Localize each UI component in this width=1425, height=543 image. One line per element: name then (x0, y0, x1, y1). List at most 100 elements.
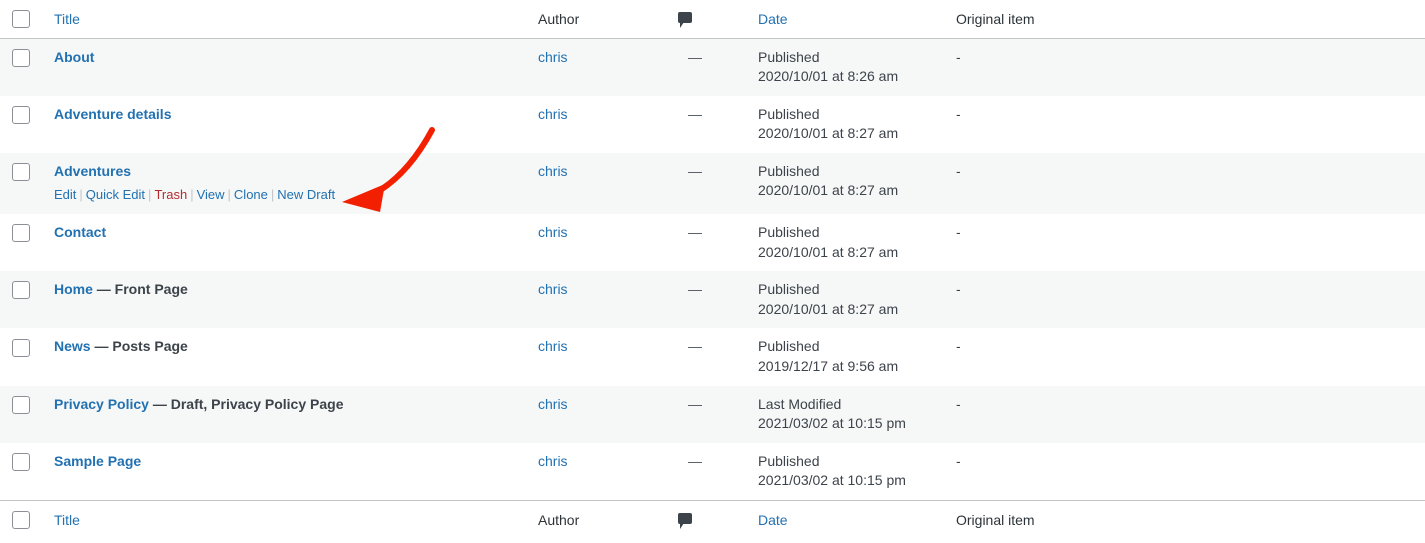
row-date-cell: Published 2020/10/01 at 8:27 am (748, 214, 946, 271)
page-title-link[interactable]: Home (54, 281, 93, 297)
row-date-cell: Published 2020/10/01 at 8:27 am (748, 153, 946, 214)
select-all-checkbox-footer[interactable] (12, 511, 30, 530)
page-title-link[interactable]: News (54, 338, 91, 354)
sort-by-title-link[interactable]: Title (54, 11, 80, 27)
row-author-cell: chris (528, 386, 668, 443)
row-title-cell: Adventure details (44, 96, 528, 153)
table-header: Title Author Date Original item (0, 0, 1425, 38)
row-title-cell: Sample Page (44, 443, 528, 501)
row-comments-cell: — (688, 395, 702, 412)
table-row[interactable]: Sample Page chris — Published 2021/03/02 at … (0, 442, 1425, 501)
author-link[interactable]: chris (538, 49, 568, 65)
date-status: Published (758, 223, 820, 240)
row-checkbox[interactable] (12, 395, 30, 414)
column-footer-original-item: Original item (946, 500, 1425, 539)
sort-by-title-link-footer[interactable]: Title (54, 512, 80, 528)
row-date-cell: Published 2020/10/01 at 8:27 am (748, 271, 946, 328)
row-comments-cell: — (688, 281, 702, 298)
column-header-date: Date (748, 0, 946, 38)
row-action-separator: | (79, 187, 83, 203)
row-checkbox[interactable] (12, 48, 30, 67)
author-link[interactable]: chris (538, 281, 568, 297)
row-date-cell: Published 2020/10/01 at 8:26 am (748, 38, 946, 96)
author-link[interactable]: chris (538, 106, 568, 122)
row-select-cell (0, 328, 44, 385)
row-select-cell (0, 214, 44, 271)
date-value: 2020/10/01 at 8:26 am (758, 68, 899, 85)
row-author-cell: chris (528, 38, 668, 96)
row-action-new-draft[interactable]: New Draft (277, 187, 335, 202)
page-title-link[interactable]: Privacy Policy (54, 396, 149, 412)
row-action-quick-edit[interactable]: Quick Edit (86, 187, 145, 202)
select-all-footer (0, 500, 44, 539)
page-title-link[interactable]: Contact (54, 224, 106, 240)
date-value: 2021/03/02 at 10:15 pm (758, 415, 906, 432)
row-action-trash[interactable]: Trash (154, 187, 187, 202)
select-all-checkbox[interactable] (12, 10, 30, 29)
row-title-cell: About (44, 38, 528, 96)
table-row[interactable]: About chris — Published 2020/10/01 at 8:26 a… (0, 38, 1425, 96)
column-header-author-label: Author (538, 10, 580, 27)
row-checkbox[interactable] (12, 105, 30, 124)
row-action-separator: | (270, 187, 275, 203)
sort-by-date-link-footer[interactable]: Date (758, 512, 788, 528)
table-row[interactable]: Adventure details chris — Published 2020/10/… (0, 95, 1425, 153)
column-footer-date: Date (748, 500, 946, 539)
page-title-link[interactable]: Sample Page (54, 453, 141, 469)
date-status: Last Modified (758, 395, 842, 412)
row-action-clone[interactable]: Clone (234, 187, 268, 202)
row-author-cell: chris (528, 96, 668, 153)
page-title-link[interactable]: Adventure details (54, 106, 171, 122)
row-action-edit[interactable]: Edit (54, 187, 76, 202)
table-row[interactable]: Privacy Policy — Draft, Privacy Policy P… (0, 385, 1425, 443)
row-author-cell: chris (528, 443, 668, 501)
sort-by-date-link[interactable]: Date (758, 11, 788, 27)
author-link[interactable]: chris (538, 224, 568, 240)
table-row[interactable]: Contact chris — Published 2020/10/01 at 8:27… (0, 213, 1425, 272)
table-body: About chris — Published 2020/10/01 at 8:26 a… (0, 38, 1425, 501)
row-title-cell: Adventures Edit | Quick Edit | Trash | View | Clo… (44, 153, 528, 214)
page-title-link[interactable]: About (54, 49, 94, 65)
row-checkbox[interactable] (12, 338, 30, 357)
row-comments-cell: — (688, 162, 702, 179)
table-footer: Title Author Date Original item (0, 500, 1425, 539)
column-header-original-item: Original item (946, 0, 1425, 38)
row-date-cell: Last Modified 2021/03/02 at 10:15 pm (748, 386, 946, 443)
table-row[interactable]: Adventures Edit | Quick Edit | Trash | View | Clo… (0, 152, 1425, 214)
date-status: Published (758, 452, 820, 469)
row-original-item-cell: - (956, 223, 961, 240)
row-comments-cell: — (688, 48, 702, 65)
date-value: 2020/10/01 at 8:27 am (758, 300, 899, 317)
row-original-item-cell: - (956, 281, 961, 298)
row-checkbox[interactable] (12, 281, 30, 300)
row-title-cell: Contact (44, 214, 528, 271)
page-title-link[interactable]: Adventures (54, 163, 131, 179)
row-select-cell (0, 38, 44, 96)
row-select-cell (0, 443, 44, 501)
date-value: 2020/10/01 at 8:27 am (758, 243, 899, 260)
row-checkbox[interactable] (12, 163, 30, 182)
table-row[interactable]: News — Posts Page chris — Published 2019/12/… (0, 328, 1425, 386)
row-checkbox[interactable] (12, 224, 30, 243)
select-all-header (0, 0, 44, 38)
row-action-view[interactable]: View (197, 187, 225, 202)
author-link[interactable]: chris (538, 396, 568, 412)
author-link[interactable]: chris (538, 163, 568, 179)
row-action-separator: | (227, 187, 231, 203)
row-author-cell: chris (528, 328, 668, 385)
row-title-cell: Home — Front Page (44, 271, 528, 328)
author-link[interactable]: chris (538, 338, 568, 354)
column-footer-comments[interactable] (668, 500, 748, 539)
post-state-label: — Posts Page (94, 338, 188, 355)
table-row[interactable]: Home — Front Page chris — Published 2020/10/… (0, 271, 1425, 329)
author-link[interactable]: chris (538, 453, 568, 469)
column-header-original-item-label: Original item (956, 10, 1035, 27)
row-select-cell (0, 153, 44, 214)
row-title-cell: News — Posts Page (44, 328, 528, 385)
row-comments-cell: — (688, 452, 702, 469)
row-checkbox[interactable] (12, 453, 30, 472)
row-original-item-cell: - (956, 338, 961, 355)
column-header-comments[interactable] (668, 0, 748, 38)
table-footer-row: Title Author Date Original item (0, 500, 1425, 539)
row-comments-cell: — (688, 105, 702, 122)
